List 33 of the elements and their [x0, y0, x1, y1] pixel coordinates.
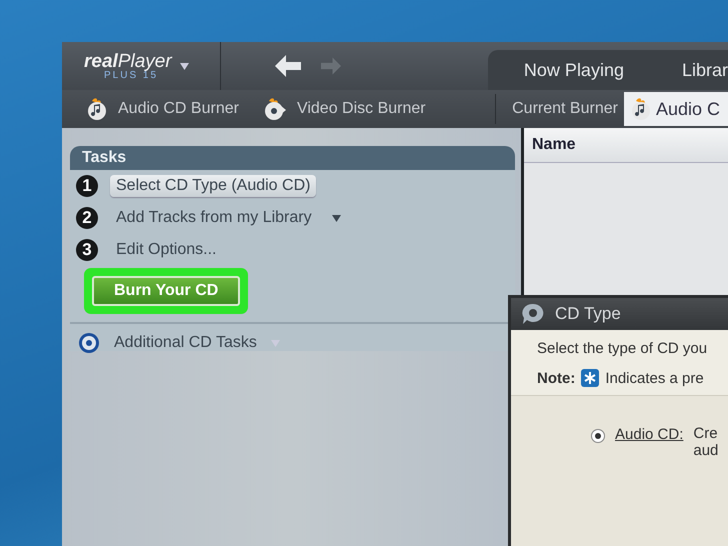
option-description: Cre	[693, 426, 718, 442]
music-note-icon	[86, 97, 108, 121]
back-arrow-icon[interactable]	[274, 55, 300, 77]
dialog-title: CD Type	[555, 304, 621, 324]
music-note-icon	[630, 97, 652, 121]
task-link[interactable]: Add Tracks from my Library	[110, 207, 318, 229]
step-number: 3	[76, 239, 98, 261]
app-logo: realPlayer	[84, 52, 172, 70]
caret-icon[interactable]	[180, 62, 189, 70]
dialog-prompt: Select the type of CD you	[537, 340, 708, 357]
note-label: Note:	[537, 370, 576, 386]
nav-tab[interactable]: Librar	[682, 54, 728, 90]
option-label[interactable]: Audio CD:	[615, 426, 684, 459]
task-button[interactable]: Select CD Type (Audio CD)	[110, 175, 316, 197]
task-link[interactable]: Edit Options...	[110, 239, 222, 261]
disc-play-icon	[262, 97, 287, 121]
burner-tab[interactable]: Audio C	[624, 92, 728, 126]
additional-tasks-link[interactable]: Additional CD Tasks	[114, 334, 257, 352]
burner-link[interactable]: Audio CD Burner	[118, 100, 239, 118]
step-number: 1	[76, 175, 98, 197]
asterisk-icon	[581, 369, 600, 387]
caret-icon[interactable]	[332, 214, 341, 222]
step-number: 2	[76, 207, 98, 229]
option-description: aud	[693, 442, 718, 459]
app-logo-icon	[521, 303, 545, 325]
radio-button[interactable]	[591, 429, 605, 443]
edition-label: PLUS 15	[103, 70, 158, 80]
tasks-header: Tasks	[70, 146, 515, 170]
column-header[interactable]: Name	[524, 128, 728, 163]
current-burner-label: Current Burner	[511, 100, 619, 118]
burner-link[interactable]: Video Disc Burner	[296, 100, 426, 118]
note-text: Indicates a pre	[605, 370, 704, 386]
nav-tab[interactable]: Now Playing	[524, 54, 624, 90]
